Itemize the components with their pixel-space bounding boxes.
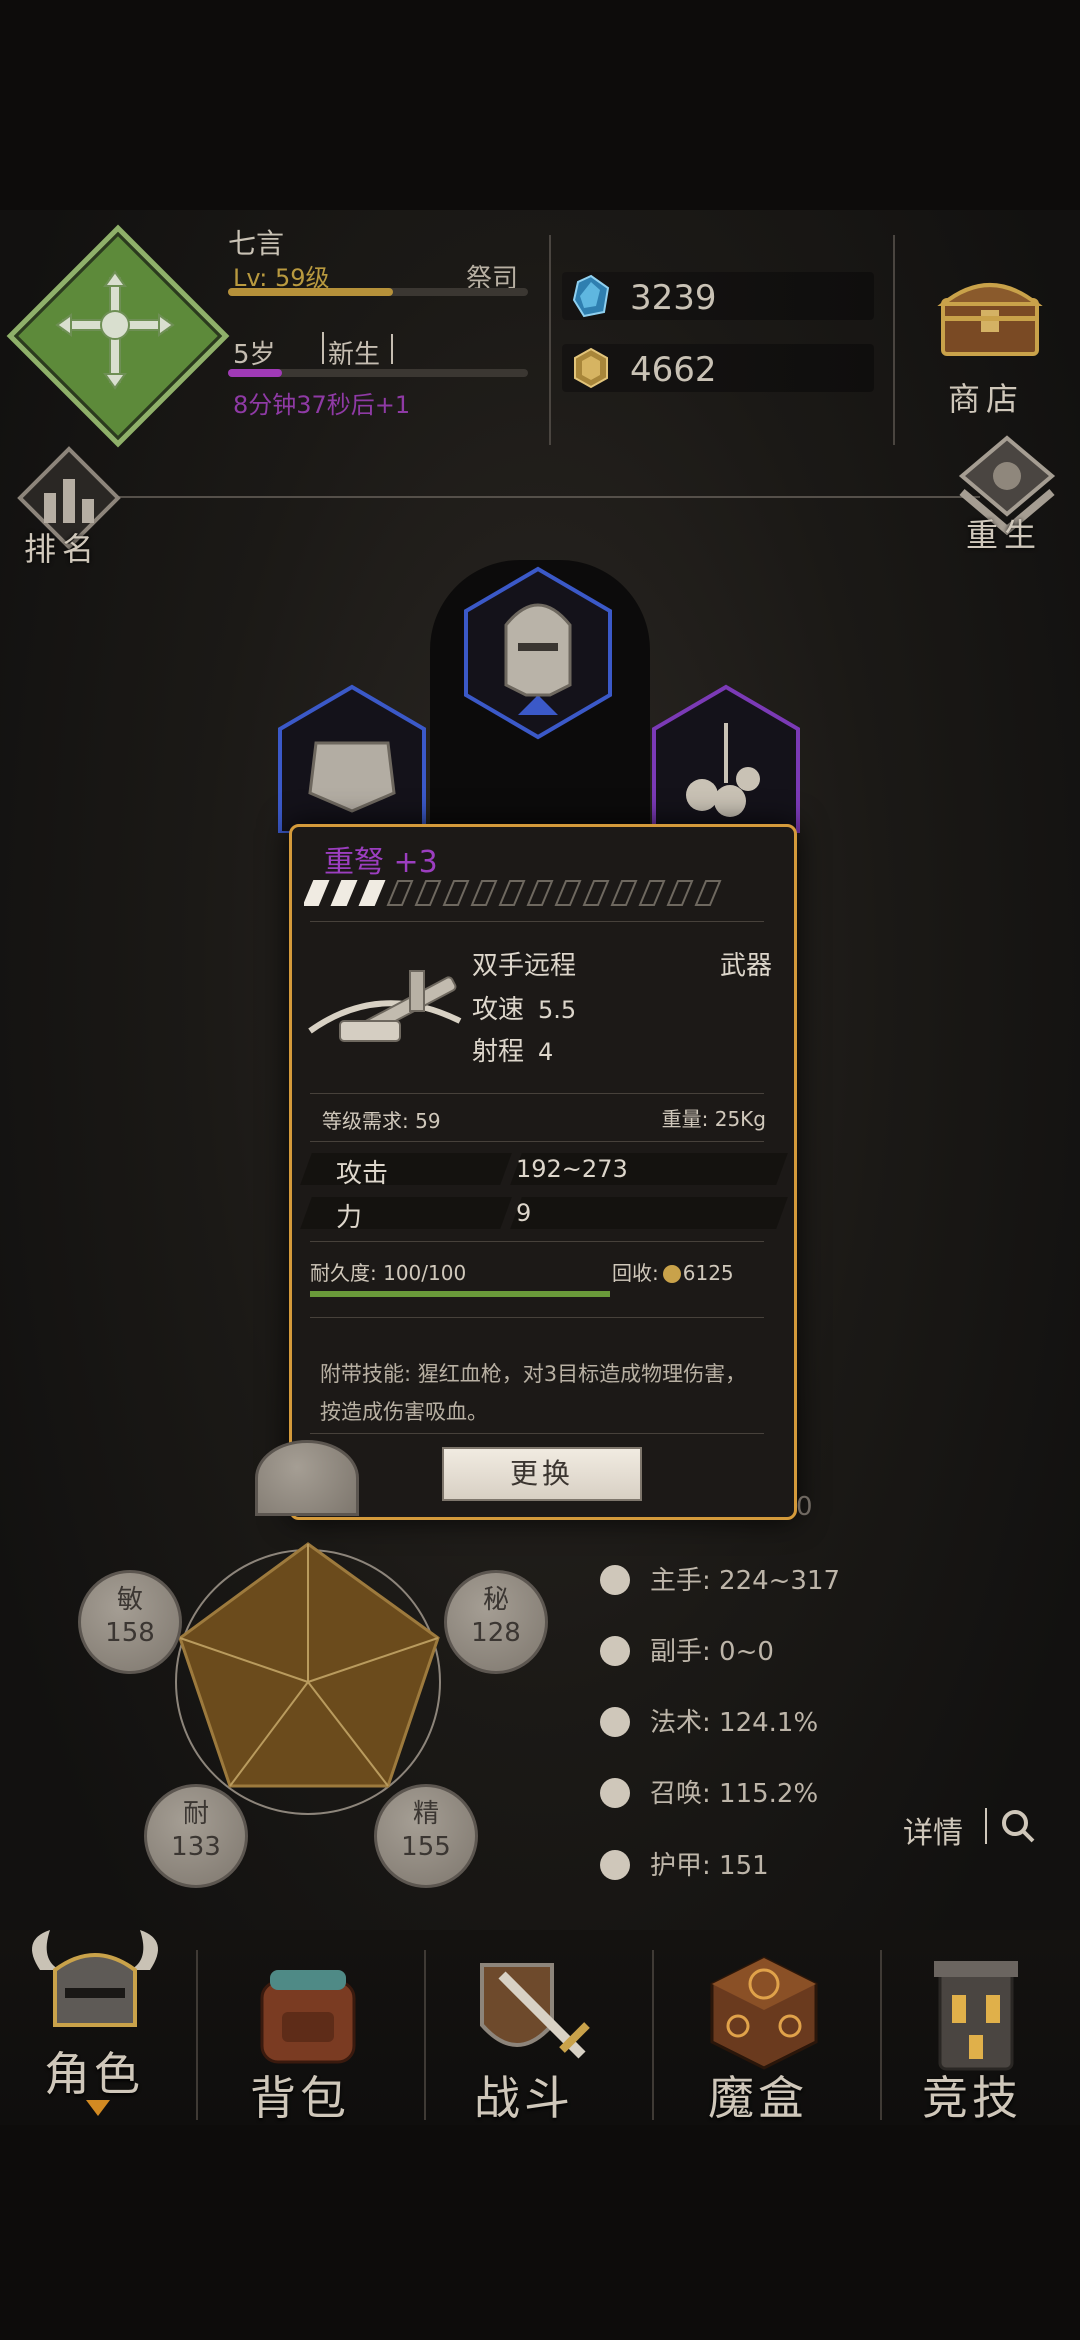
enhance-segment [554, 880, 582, 906]
nav-battle[interactable]: 战斗 [474, 2062, 574, 2128]
armor-icon [600, 1850, 630, 1880]
combat-spell: 法术: 124.1% [600, 1702, 818, 1742]
offhand-icon [600, 1636, 630, 1666]
item-name: 重弩 +3 [324, 845, 438, 880]
combat-offhand: 副手: 0~0 [600, 1631, 774, 1671]
rank-button[interactable]: 排名 [24, 524, 100, 570]
gold-value: 4662 [630, 350, 717, 390]
gold-coin-icon [574, 347, 608, 389]
enhance-segment [694, 880, 722, 906]
heavy-crossbow-icon [308, 970, 462, 1042]
combat-mainhand: 主手: 224~317 [600, 1560, 840, 1600]
age-progress-bar [228, 369, 528, 377]
stat-endurance[interactable]: 耐 133 [144, 1784, 248, 1888]
age-divider [322, 332, 324, 364]
partial-stat-value: 0 [796, 1492, 813, 1522]
header-divider [893, 235, 895, 445]
rebirth-button[interactable]: 重生 [966, 510, 1042, 556]
sword-shield-icon[interactable] [462, 1955, 602, 2075]
age-timer: 8分钟37秒后+1 [233, 391, 411, 419]
blue-gem-icon [572, 274, 610, 318]
enhance-segment [442, 880, 470, 906]
treasure-chest-icon[interactable] [935, 270, 1045, 360]
nav-character[interactable]: 角色 [44, 2038, 144, 2104]
enhance-segment [610, 880, 638, 906]
attr-label: 攻击 [336, 1159, 389, 1189]
search-icon[interactable] [998, 1806, 1038, 1846]
chest-armor-slot[interactable] [276, 683, 428, 833]
enhance-segment [414, 880, 442, 906]
sword-icon [600, 1565, 630, 1595]
attr-row-strength: 力 9 [300, 1197, 788, 1233]
attr-value: 9 [516, 1199, 532, 1227]
combat-armor: 护甲: 151 [600, 1845, 769, 1885]
stage-cursor [391, 334, 393, 364]
enhance-segment [386, 880, 414, 906]
priest-class-icon [40, 255, 190, 405]
enhance-segment [358, 880, 386, 906]
detail-divider [985, 1808, 987, 1844]
enhance-segment [330, 880, 358, 906]
active-tab-indicator [86, 2100, 110, 2116]
combat-summon: 召唤: 115.2% [600, 1773, 818, 1813]
backpack-icon[interactable] [248, 1962, 368, 2067]
durability: 耐久度: 100/100 [310, 1261, 467, 1285]
enhance-segment [526, 880, 554, 906]
lightning-icon [600, 1707, 630, 1737]
attr-label: 力 [336, 1203, 363, 1233]
helmet-slot[interactable] [462, 565, 614, 741]
stat-spirit[interactable]: 精 155 [374, 1784, 478, 1888]
player-name: 七言 [228, 227, 285, 260]
nav-magic-box[interactable]: 魔盒 [708, 2062, 808, 2128]
enhance-segment [582, 880, 610, 906]
nav-backpack[interactable]: 背包 [250, 2062, 350, 2128]
enhance-level-bar [304, 880, 722, 906]
enhance-segment [666, 880, 694, 906]
enhance-segment [304, 880, 330, 906]
enhance-segment [498, 880, 526, 906]
header-divider [549, 235, 551, 445]
gem-counter: 3239 [562, 272, 874, 320]
magic-cube-icon[interactable] [704, 1952, 824, 2072]
enhance-segment [638, 880, 666, 906]
detail-button[interactable]: 详情 [903, 1808, 963, 1852]
shop-button[interactable]: 商店 [948, 374, 1024, 420]
player-stage: 新生 [328, 340, 381, 370]
gold-coin-icon [662, 1265, 681, 1283]
attr-value: 192~273 [516, 1155, 628, 1183]
amulet-slot[interactable] [650, 683, 802, 833]
item-weight: 重量: 25Kg [661, 1107, 766, 1131]
replace-button[interactable]: 更换 [442, 1447, 642, 1501]
gold-counter: 4662 [562, 344, 874, 392]
stat-arcane[interactable]: 秘 128 [444, 1570, 548, 1674]
enhance-segment [470, 880, 498, 906]
item-skill-description: 附带技能: 猩红血枪，对3目标造成物理伤害，按造成伤害吸血。 [320, 1362, 747, 1424]
nav-arena[interactable]: 竞技 [922, 2062, 1022, 2128]
range: 射程 4 [472, 1037, 554, 1067]
attr-row-attack: 攻击 192~273 [300, 1153, 788, 1189]
item-type: 双手远程 [472, 951, 577, 981]
durability-bar [310, 1291, 610, 1297]
player-age: 5岁 [233, 340, 276, 370]
header-rule [100, 496, 980, 498]
stat-agility[interactable]: 敏 158 [78, 1570, 182, 1674]
level-progress-bar [228, 288, 528, 296]
item-slot: 武器 [719, 951, 772, 981]
arena-tower-icon[interactable] [926, 1955, 1026, 2075]
horned-helmet-icon[interactable] [20, 1930, 170, 2050]
attack-speed: 攻速 5.5 [472, 995, 577, 1025]
gem-value: 3239 [630, 278, 717, 318]
recycle-value: 回收: 6125 [612, 1261, 734, 1285]
level-requirement: 等级需求: 59 [322, 1109, 441, 1133]
item-detail-popup: 重弩 +3 双手远程 武器 攻速 5.5 射程 4 等级需求: 59 重量: 25K… [289, 824, 797, 1520]
summon-icon [600, 1778, 630, 1808]
stat-circle-top[interactable] [255, 1440, 359, 1516]
